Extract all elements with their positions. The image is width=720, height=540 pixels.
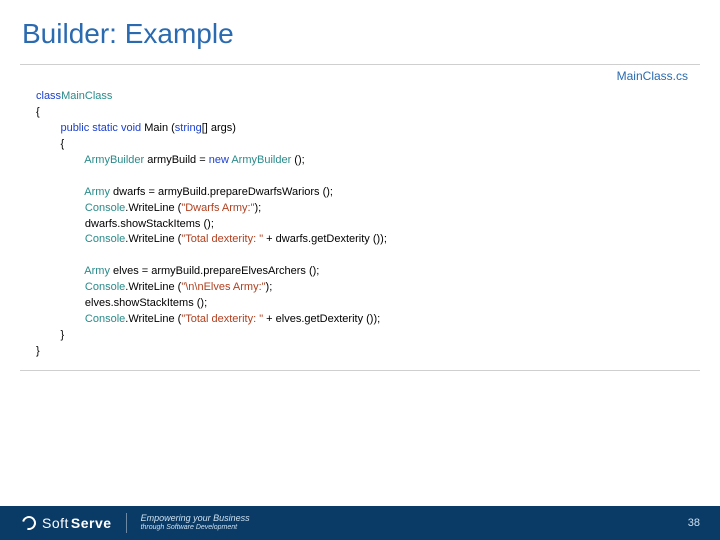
filename-label: MainClass.cs (0, 65, 720, 89)
slide-title: Builder: Example (0, 0, 720, 58)
softserve-icon (19, 513, 38, 532)
footer-divider (126, 513, 127, 533)
footer-tagline: Empowering your Business through Softwar… (141, 514, 250, 532)
footer-bar: SoftServe Empowering your Business throu… (0, 506, 720, 540)
tagline-line2: through Software Development (141, 524, 250, 532)
divider-bottom (20, 370, 700, 371)
brand-prefix: Soft (42, 515, 69, 531)
brand-logo: SoftServe (0, 515, 112, 531)
code-block: classMainClass { public static void Main… (0, 89, 720, 366)
brand-suffix: Serve (71, 515, 112, 531)
page-number: 38 (688, 517, 700, 529)
tagline-line1: Empowering your Business (141, 514, 250, 524)
